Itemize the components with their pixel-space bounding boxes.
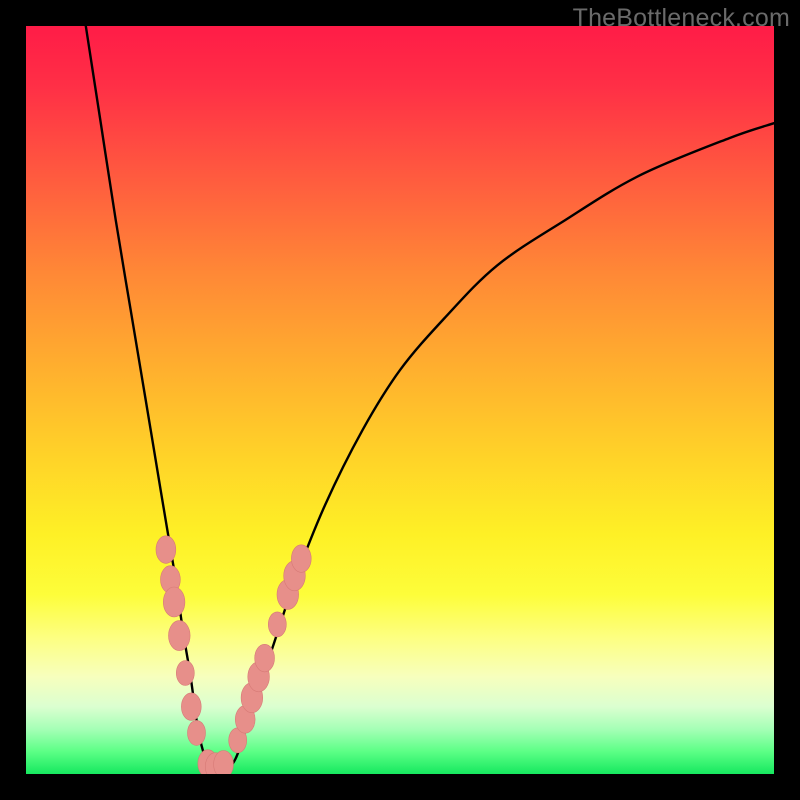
curve-marker <box>255 644 275 672</box>
curve-marker <box>163 587 185 617</box>
watermark-text: TheBottleneck.com <box>573 4 790 33</box>
curve-marker <box>291 545 311 573</box>
chart-frame: TheBottleneck.com <box>0 0 800 800</box>
chart-svg <box>26 26 774 774</box>
curve-marker <box>169 621 191 651</box>
chart-plot-area <box>26 26 774 774</box>
curve-marker <box>156 536 176 564</box>
curve-marker <box>214 751 234 775</box>
curve-marker <box>181 693 201 721</box>
curve-marker <box>268 612 286 637</box>
curve-marker <box>176 661 194 686</box>
curve-marker <box>188 720 206 745</box>
curve-markers <box>156 536 311 774</box>
